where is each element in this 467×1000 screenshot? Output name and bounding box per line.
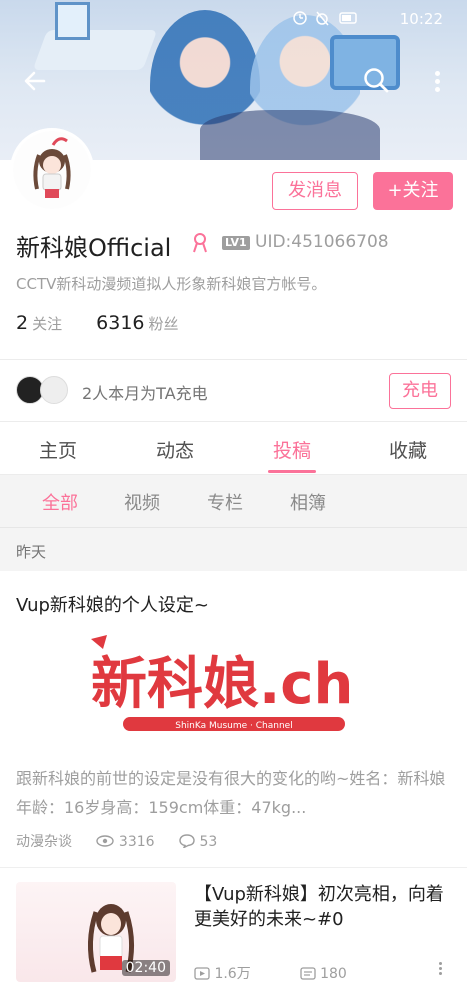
- back-button[interactable]: [22, 68, 52, 98]
- danmaku-icon: [299, 967, 316, 980]
- charge-text: 2人本月为TA充电: [82, 384, 208, 403]
- tab-favorites[interactable]: 收藏: [358, 436, 458, 463]
- comment-icon: [179, 834, 195, 850]
- eye-icon: [96, 835, 115, 847]
- video-duration: 02:40: [121, 960, 170, 976]
- send-message-button[interactable]: 发消息: [272, 172, 358, 210]
- profile-section: 发消息 +关注 新科娘Official LV1 UID:451066708 CC…: [0, 128, 467, 360]
- article-card[interactable]: Vup新科娘的个人设定~ 新科娘.ch ShinKa Musume · Chan…: [0, 571, 467, 867]
- following-count: 2: [16, 312, 29, 334]
- video-more-icon[interactable]: [436, 960, 444, 980]
- date-header: 昨天: [0, 527, 467, 571]
- video-title: 【Vup新科娘】初次亮相，向着更美好的未来~#0: [194, 884, 444, 930]
- video-plays: 1.6万: [214, 966, 251, 982]
- play-count-icon: [194, 967, 210, 980]
- tab-home[interactable]: 主页: [8, 436, 108, 463]
- status-icons: [293, 11, 357, 26]
- search-icon: [364, 68, 389, 93]
- back-arrow-icon: [24, 71, 46, 91]
- following-stat[interactable]: 2 关注: [16, 312, 68, 334]
- video-meta: 1.6万 180: [194, 963, 347, 983]
- tab-indicator: [268, 470, 316, 473]
- system-icons: [292, 10, 362, 30]
- submission-filter: 全部 视频 专栏 相簿: [0, 475, 467, 527]
- charge-button[interactable]: 充电: [389, 373, 451, 409]
- article-category: 动漫杂谈: [16, 834, 72, 850]
- avatar[interactable]: [10, 128, 94, 212]
- filter-all[interactable]: 全部: [42, 489, 78, 515]
- cover-subtitle: ShinKa Musume · Channel: [175, 721, 292, 731]
- supporter-avatar: [40, 376, 68, 404]
- video-thumbnail[interactable]: 02:40: [16, 882, 176, 982]
- user-name: 新科娘Official: [16, 234, 172, 262]
- banner-decoration: [32, 30, 158, 70]
- search-button[interactable]: [362, 66, 392, 96]
- user-uid: UID:451066708: [255, 232, 389, 252]
- article-comments: 53: [199, 834, 218, 850]
- article-title: Vup新科娘的个人设定~: [16, 595, 210, 616]
- tab-submissions[interactable]: 投稿: [242, 436, 342, 463]
- charge-row[interactable]: 2人本月为TA充电 充电: [0, 359, 467, 421]
- article-excerpt: 跟新科娘的前世的设定是没有很大的变化的哟~姓名：新科娘年龄：16岁身高：159c…: [16, 769, 446, 817]
- followers-label: 粉丝: [148, 315, 179, 333]
- status-time: 10:22: [399, 10, 443, 28]
- banner-decoration: [200, 110, 380, 160]
- follow-button[interactable]: +关注: [373, 172, 453, 210]
- tab-dynamics[interactable]: 动态: [125, 436, 225, 463]
- filter-videos[interactable]: 视频: [124, 489, 160, 515]
- filter-articles[interactable]: 专栏: [207, 489, 243, 515]
- video-card[interactable]: 02:40 【Vup新科娘】初次亮相，向着更美好的未来~#0 1.6万 180: [0, 867, 467, 1000]
- user-stats: 2 关注 6316 粉丝: [16, 312, 179, 334]
- article-cover: 新科娘.ch ShinKa Musume · Channel: [91, 635, 353, 731]
- avatar-image: [33, 137, 71, 198]
- video-danmaku: 180: [320, 966, 347, 982]
- article-meta: 动漫杂谈 3316 53: [16, 831, 237, 851]
- following-label: 关注: [32, 315, 63, 333]
- date-label: 昨天: [16, 543, 47, 561]
- more-vertical-icon[interactable]: [430, 68, 444, 98]
- article-views: 3316: [118, 834, 155, 850]
- status-bar: 10:22: [0, 8, 467, 32]
- ribbon-icon: [193, 233, 207, 253]
- profile-tabs: 主页 动态 投稿 收藏: [0, 421, 467, 475]
- followers-stat[interactable]: 6316 粉丝: [96, 312, 178, 334]
- filter-albums[interactable]: 相簿: [290, 489, 326, 515]
- cover-logo: 新科娘.ch: [91, 652, 353, 717]
- user-bio: CCTV新科动漫频道拟人形象新科娘官方帐号。: [16, 275, 327, 293]
- level-badge: LV1: [222, 236, 250, 250]
- followers-count: 6316: [96, 312, 145, 334]
